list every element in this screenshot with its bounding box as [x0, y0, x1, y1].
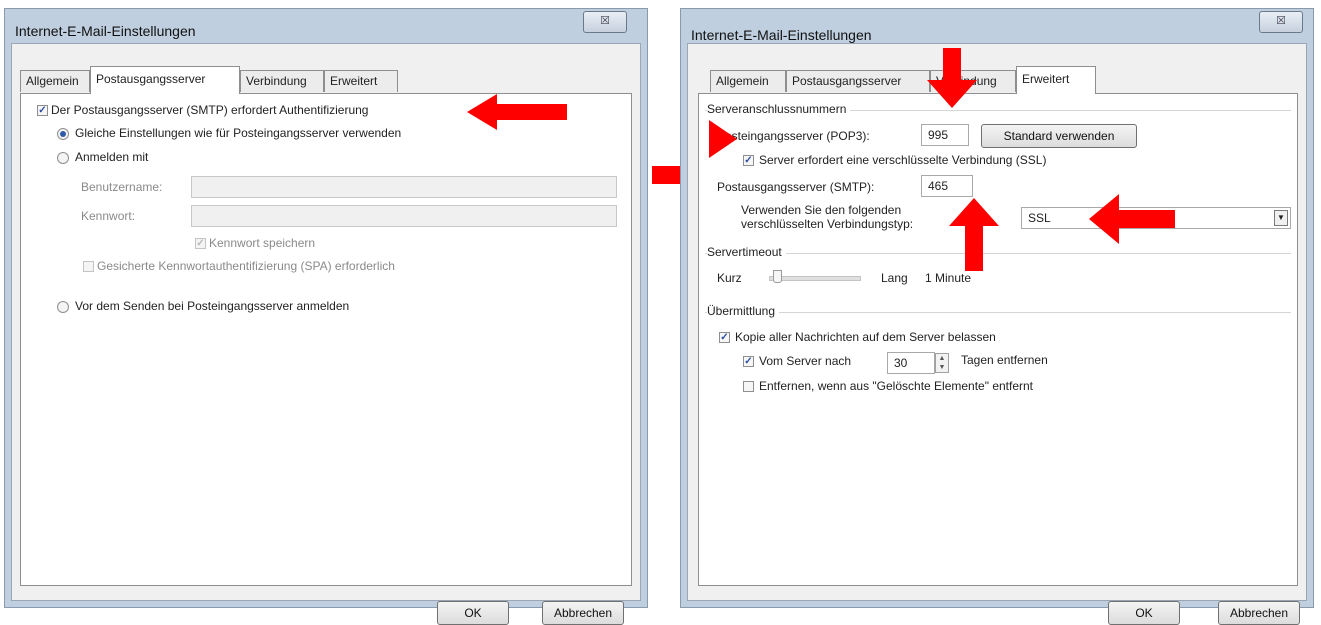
- save-password-label: Kennwort speichern: [209, 236, 316, 250]
- remove-deleted-label: Entfernen, wenn aus "Gelöschte Elemente"…: [759, 379, 1034, 393]
- encryption-label-line1: Verwenden Sie den folgenden: [741, 203, 902, 217]
- advanced-settings-dialog: Internet-E-Mail-Einstellungen ☒ Allgemei…: [680, 8, 1314, 625]
- smtp-port-input[interactable]: 465: [921, 175, 973, 197]
- annotation-arrow-down: [927, 48, 977, 110]
- ok-button[interactable]: OK: [1108, 601, 1180, 625]
- tab-allgemein[interactable]: Allgemein: [710, 70, 786, 92]
- ssl-required-checkbox[interactable]: ✓: [743, 155, 754, 166]
- use-default-button[interactable]: Standard verwenden: [981, 124, 1137, 148]
- close-icon[interactable]: ☒: [583, 11, 627, 33]
- annotation-arrow-checkbox: [699, 118, 743, 158]
- password-input[interactable]: [191, 205, 617, 227]
- tab-erweitert[interactable]: Erweitert: [1016, 66, 1096, 94]
- cancel-button[interactable]: Abbrechen: [1218, 601, 1300, 625]
- title-bar: Internet-E-Mail-Einstellungen ☒: [5, 9, 647, 43]
- spa-label: Gesicherte Kennwortauthentifizierung (SP…: [97, 259, 395, 273]
- group-divider: [705, 312, 1291, 313]
- timeout-slider-thumb[interactable]: [773, 270, 782, 283]
- remove-deleted-checkbox[interactable]: [743, 381, 754, 392]
- tab-postausgangsserver[interactable]: Postausgangsserver: [90, 66, 240, 94]
- dialog-title: Internet-E-Mail-Einstellungen: [691, 27, 872, 43]
- chevron-down-icon[interactable]: ▼: [1274, 210, 1288, 226]
- tab-allgemein[interactable]: Allgemein: [20, 70, 90, 92]
- tab-panel: ✓ Der Postausgangsserver (SMTP) erforder…: [20, 93, 632, 586]
- save-password-checkbox[interactable]: ✓: [195, 238, 206, 249]
- tab-erweitert[interactable]: Erweitert: [324, 70, 398, 92]
- login-incoming-radio[interactable]: [57, 301, 69, 313]
- same-settings-radio[interactable]: [57, 128, 69, 140]
- outgoing-server-dialog: Internet-E-Mail-Einstellungen ☒ Allgemei…: [4, 8, 648, 625]
- timeout-group-title: Servertimeout: [707, 245, 786, 259]
- remove-days-input[interactable]: 30: [887, 352, 935, 374]
- dialog-title: Internet-E-Mail-Einstellungen: [15, 23, 196, 39]
- ok-button[interactable]: OK: [437, 601, 509, 625]
- tab-panel: Serveranschlussnummern Posteingangsserve…: [698, 48, 1298, 586]
- username-input[interactable]: [191, 176, 617, 198]
- spa-checkbox[interactable]: [83, 261, 94, 272]
- remove-after-label: Vom Server nach: [759, 354, 852, 368]
- dialog-body: Allgemein Postausgangsserver Verbindung …: [11, 43, 641, 625]
- pop3-port-input[interactable]: 995: [921, 124, 969, 146]
- smtp-port-label: Postausgangsserver (SMTP):: [717, 180, 875, 194]
- username-label: Benutzername:: [81, 180, 163, 194]
- keep-copy-checkbox[interactable]: ✓: [719, 332, 730, 343]
- annotation-arrow-left: [467, 94, 567, 134]
- login-incoming-label: Vor dem Senden bei Posteingangsserver an…: [75, 299, 350, 313]
- days-spinner[interactable]: ▲ ▼: [935, 353, 949, 373]
- encryption-label-line2: verschlüsselten Verbindungstyp:: [741, 217, 914, 231]
- smtp-auth-checkbox[interactable]: ✓: [37, 105, 48, 116]
- timeout-short-label: Kurz: [717, 271, 742, 285]
- close-icon[interactable]: ☒: [1259, 11, 1303, 33]
- timeout-long-label: Lang: [881, 271, 908, 285]
- remove-after-checkbox[interactable]: ✓: [743, 356, 754, 367]
- smtp-auth-label: Der Postausgangsserver (SMTP) erfordert …: [51, 103, 369, 117]
- cancel-button[interactable]: Abbrechen: [542, 601, 624, 625]
- tab-verbindung[interactable]: Verbindung: [240, 70, 324, 92]
- days-label: Tagen entfernen: [961, 353, 1048, 367]
- timeout-slider-track[interactable]: [769, 276, 861, 281]
- encryption-type-value: SSL: [1028, 211, 1051, 225]
- login-with-radio[interactable]: [57, 152, 69, 164]
- keep-copy-label: Kopie aller Nachrichten auf dem Server b…: [735, 330, 996, 344]
- password-label: Kennwort:: [81, 209, 136, 223]
- annotation-arrow-up: [949, 198, 999, 274]
- title-bar: Internet-E-Mail-Einstellungen ☒: [681, 9, 1313, 43]
- same-settings-label: Gleiche Einstellungen wie für Posteingan…: [75, 126, 402, 140]
- delivery-group-title: Übermittlung: [707, 304, 780, 318]
- tab-postausgangsserver[interactable]: Postausgangsserver: [786, 70, 930, 92]
- dialog-body: Allgemein Postausgangsserver Verbindung …: [687, 43, 1307, 625]
- annotation-arrow-ssl: [1089, 194, 1175, 244]
- server-ports-group-title: Serveranschlussnummern: [707, 102, 851, 116]
- login-with-label: Anmelden mit: [75, 150, 149, 164]
- ssl-required-label: Server erfordert eine verschlüsselte Ver…: [759, 153, 1047, 167]
